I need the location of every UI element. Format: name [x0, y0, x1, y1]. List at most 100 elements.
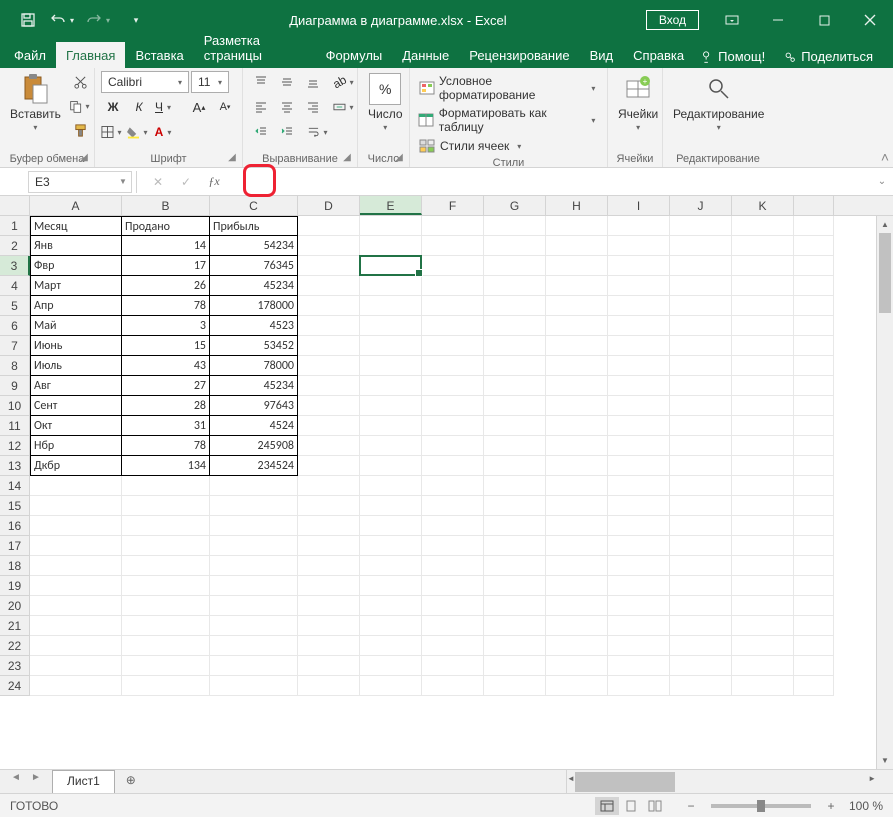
undo-icon[interactable]: ▾: [50, 6, 78, 34]
cell[interactable]: [670, 236, 732, 256]
cell[interactable]: [360, 456, 422, 476]
cell[interactable]: [360, 616, 422, 636]
align-left-icon[interactable]: [249, 96, 273, 118]
cell[interactable]: [484, 536, 546, 556]
cell[interactable]: [122, 516, 210, 536]
cell[interactable]: [298, 376, 360, 396]
zoom-level[interactable]: 100 %: [849, 799, 883, 813]
borders-icon[interactable]: ▾: [101, 121, 125, 143]
cell[interactable]: Дкбр: [30, 456, 122, 476]
cells-button[interactable]: + Ячейки▾: [614, 71, 662, 134]
col-header[interactable]: K: [732, 196, 794, 215]
cell[interactable]: [546, 436, 608, 456]
view-normal-icon[interactable]: [595, 797, 619, 815]
cell[interactable]: [732, 296, 794, 316]
cell[interactable]: [210, 496, 298, 516]
cell[interactable]: [794, 356, 834, 376]
cell[interactable]: [670, 336, 732, 356]
scroll-thumb[interactable]: [575, 772, 675, 792]
cell[interactable]: 245908: [210, 436, 298, 456]
cell[interactable]: 15: [122, 336, 210, 356]
cell[interactable]: [794, 496, 834, 516]
cell[interactable]: 4523: [210, 316, 298, 336]
close-icon[interactable]: [847, 0, 893, 40]
tab-formulas[interactable]: Формулы: [316, 42, 393, 68]
cell[interactable]: [422, 656, 484, 676]
cell[interactable]: [30, 676, 122, 696]
cell[interactable]: [122, 476, 210, 496]
cell[interactable]: [670, 656, 732, 676]
font-size-combo[interactable]: 11▾: [191, 71, 229, 93]
cell[interactable]: [422, 436, 484, 456]
cell[interactable]: [360, 476, 422, 496]
cell[interactable]: [732, 616, 794, 636]
cell[interactable]: [30, 536, 122, 556]
cell[interactable]: [484, 476, 546, 496]
zoom-out-icon[interactable]: −: [679, 797, 703, 815]
font-name-combo[interactable]: Calibri▾: [101, 71, 189, 93]
cell[interactable]: 45234: [210, 276, 298, 296]
cell[interactable]: [122, 596, 210, 616]
cell[interactable]: [360, 576, 422, 596]
cell[interactable]: Авг: [30, 376, 122, 396]
cell[interactable]: [732, 596, 794, 616]
cell[interactable]: [670, 276, 732, 296]
paste-button[interactable]: Вставить▾: [6, 71, 65, 134]
cell[interactable]: [484, 296, 546, 316]
grow-font-icon[interactable]: A▴: [187, 96, 211, 118]
cell[interactable]: [30, 576, 122, 596]
horizontal-scrollbar[interactable]: ◄ ►: [566, 770, 876, 794]
cell[interactable]: [422, 536, 484, 556]
cell[interactable]: [670, 536, 732, 556]
name-box[interactable]: E3 ▼: [28, 171, 132, 193]
cell[interactable]: Апр: [30, 296, 122, 316]
cell[interactable]: [546, 336, 608, 356]
cell[interactable]: [670, 576, 732, 596]
cell[interactable]: [360, 436, 422, 456]
cell[interactable]: [732, 536, 794, 556]
cell[interactable]: [484, 276, 546, 296]
cell[interactable]: [298, 316, 360, 336]
cell[interactable]: [608, 556, 670, 576]
cell[interactable]: Фвр: [30, 256, 122, 276]
row-header[interactable]: 19: [0, 576, 30, 596]
sheet-tab[interactable]: Лист1: [52, 770, 115, 794]
cell[interactable]: [122, 636, 210, 656]
cell[interactable]: [794, 536, 834, 556]
zoom-slider[interactable]: [711, 804, 811, 808]
cell[interactable]: [298, 496, 360, 516]
cell[interactable]: [422, 476, 484, 496]
cell[interactable]: [484, 216, 546, 236]
cell[interactable]: [210, 576, 298, 596]
tellme[interactable]: Помощ!: [694, 45, 771, 68]
row-header[interactable]: 2: [0, 236, 30, 256]
align-top-icon[interactable]: [249, 71, 273, 93]
cell[interactable]: [546, 416, 608, 436]
cell[interactable]: [422, 596, 484, 616]
cell[interactable]: [670, 456, 732, 476]
cell[interactable]: [608, 516, 670, 536]
cell[interactable]: [670, 476, 732, 496]
cell[interactable]: [298, 296, 360, 316]
cell[interactable]: [546, 236, 608, 256]
cell[interactable]: [608, 236, 670, 256]
cell[interactable]: 78000: [210, 356, 298, 376]
col-header[interactable]: D: [298, 196, 360, 215]
cell[interactable]: Июнь: [30, 336, 122, 356]
cell[interactable]: [484, 636, 546, 656]
cell[interactable]: [298, 616, 360, 636]
cell[interactable]: [608, 356, 670, 376]
cell[interactable]: [360, 536, 422, 556]
tab-home[interactable]: Главная: [56, 42, 125, 68]
cell[interactable]: [794, 296, 834, 316]
cell[interactable]: [670, 676, 732, 696]
cell[interactable]: [298, 516, 360, 536]
cell[interactable]: [794, 376, 834, 396]
cell[interactable]: Июль: [30, 356, 122, 376]
cell[interactable]: [422, 356, 484, 376]
cell[interactable]: [360, 316, 422, 336]
italic-icon[interactable]: К: [127, 96, 151, 118]
font-color-icon[interactable]: А▾: [153, 121, 177, 143]
align-center-icon[interactable]: [275, 96, 299, 118]
cell[interactable]: [210, 636, 298, 656]
